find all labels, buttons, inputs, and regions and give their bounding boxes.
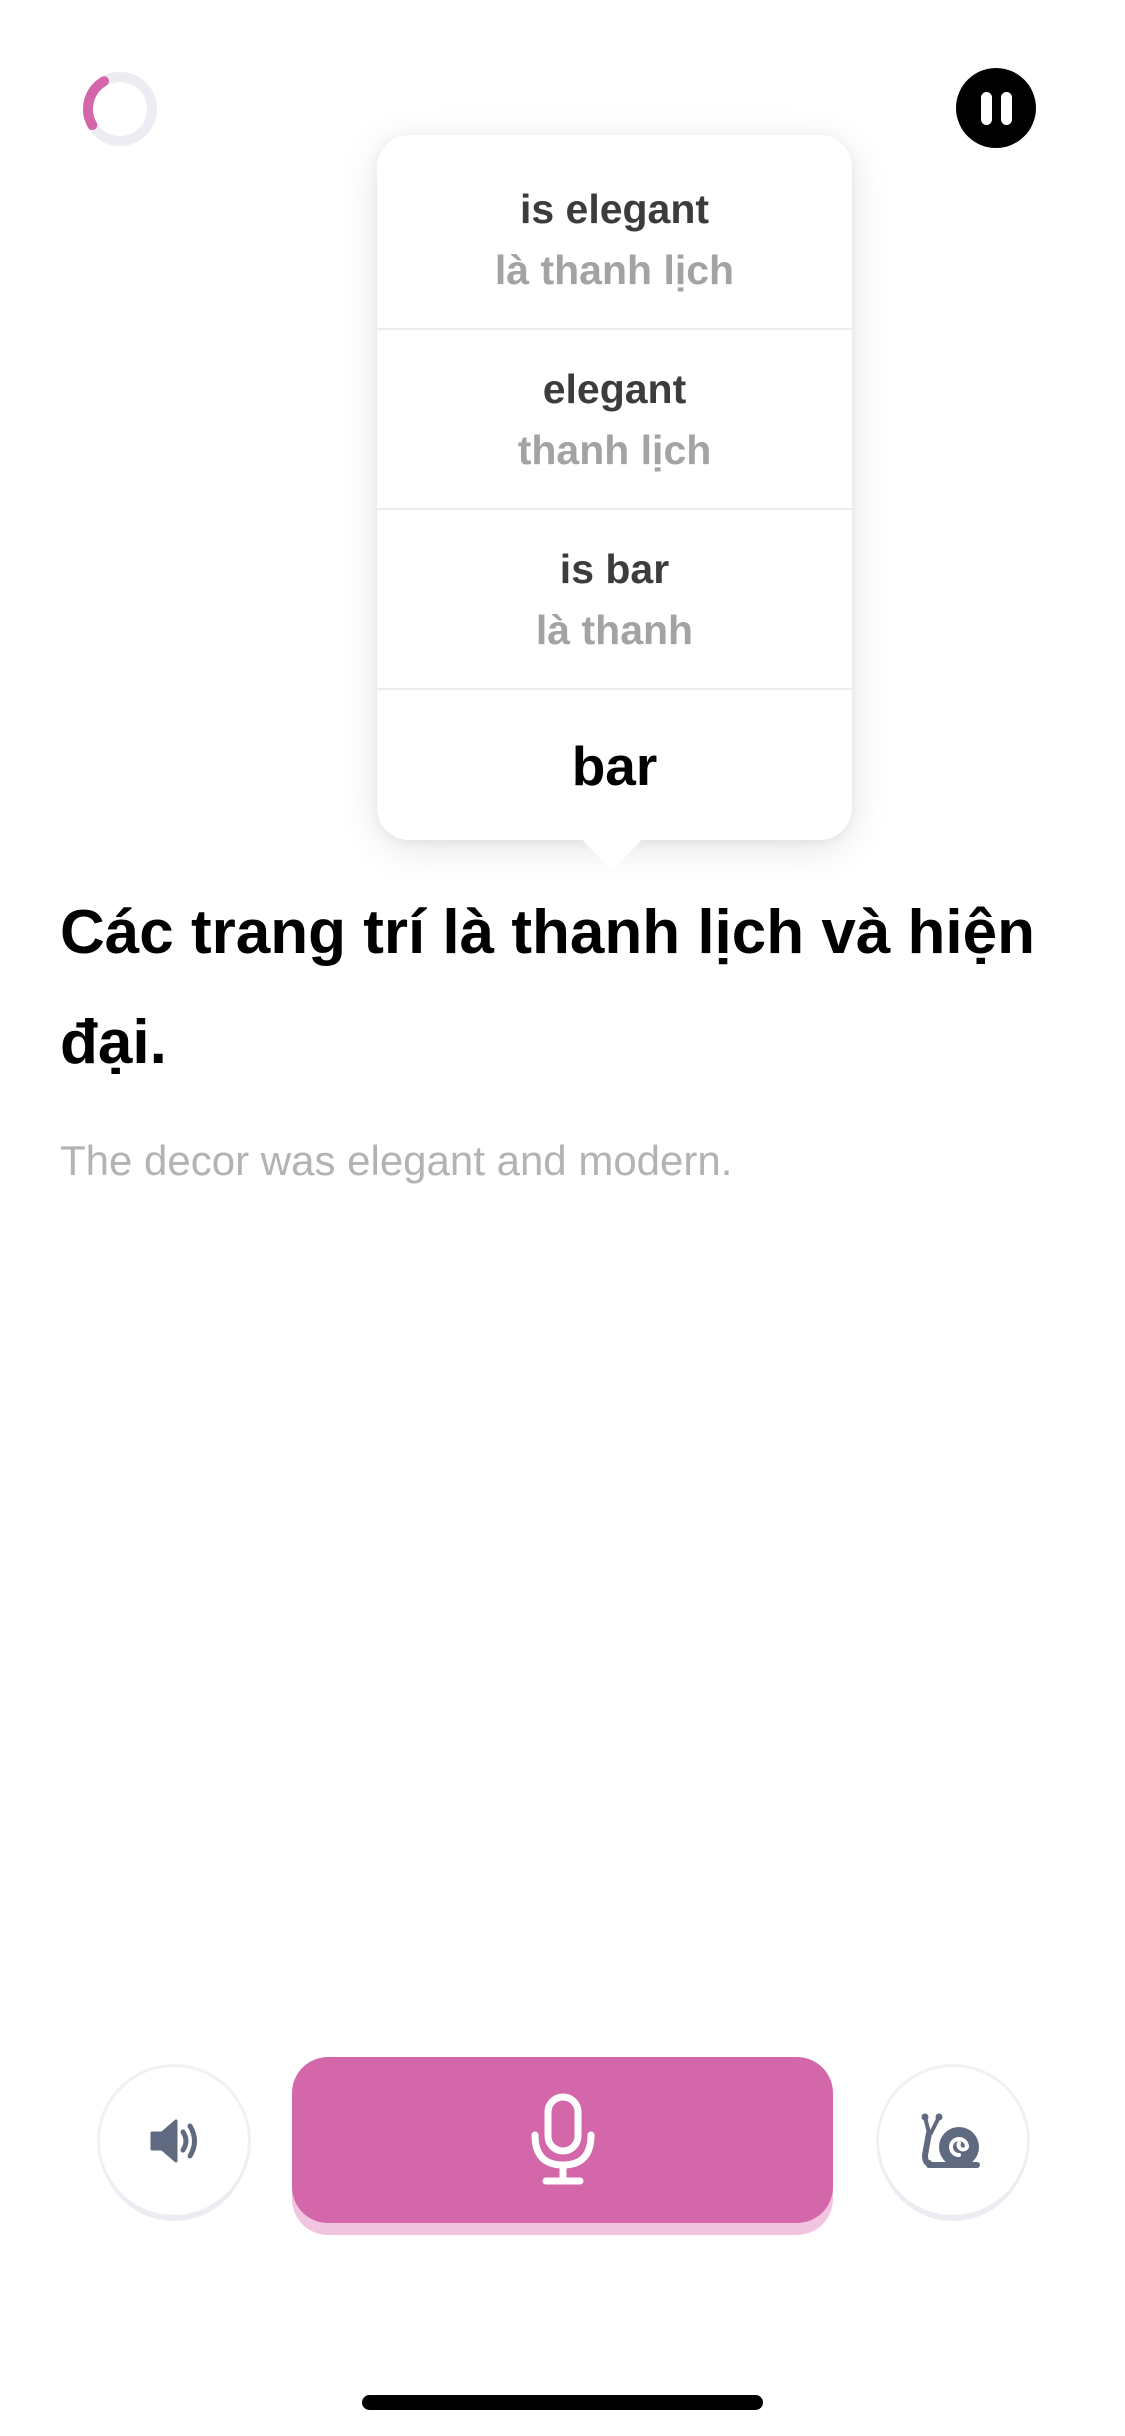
translation-option[interactable]: bar [377,688,852,842]
option-phrase: is bar [559,546,670,592]
play-audio-button[interactable] [100,2067,248,2215]
progress-ring-icon [83,72,157,146]
pause-button[interactable] [956,68,1036,148]
speaking-exercise-screen: is elegant là thanh lịch elegant thanh l… [0,0,1125,2436]
target-sentence[interactable]: Các trang trí là thanh lịch và hiện đại. [60,878,1070,1098]
option-phrase: bar [571,735,658,797]
speaker-icon [150,2119,197,2163]
option-phrase: is elegant [519,185,710,232]
option-translation: thanh lịch [517,427,712,473]
option-translation: là thanh [535,607,694,653]
pause-icon-bar [1000,91,1012,125]
popover-pointer [575,832,649,869]
pause-icon [980,91,992,125]
translation-option[interactable]: is bar là thanh [377,508,852,690]
snail-icon [921,2113,980,2168]
record-button[interactable] [292,2057,833,2223]
sentence-translation: The decor was elegant and modern. [60,1137,733,1184]
slow-playback-button[interactable] [879,2067,1027,2215]
microphone-icon [531,2093,594,2185]
translation-option[interactable]: is elegant là thanh lịch [377,135,852,328]
home-indicator [362,2395,763,2410]
option-translation: là thanh lịch [494,246,735,293]
translation-popover: is elegant là thanh lịch elegant thanh l… [377,135,852,840]
option-phrase: elegant [542,366,687,412]
translation-option[interactable]: elegant thanh lịch [377,328,852,510]
